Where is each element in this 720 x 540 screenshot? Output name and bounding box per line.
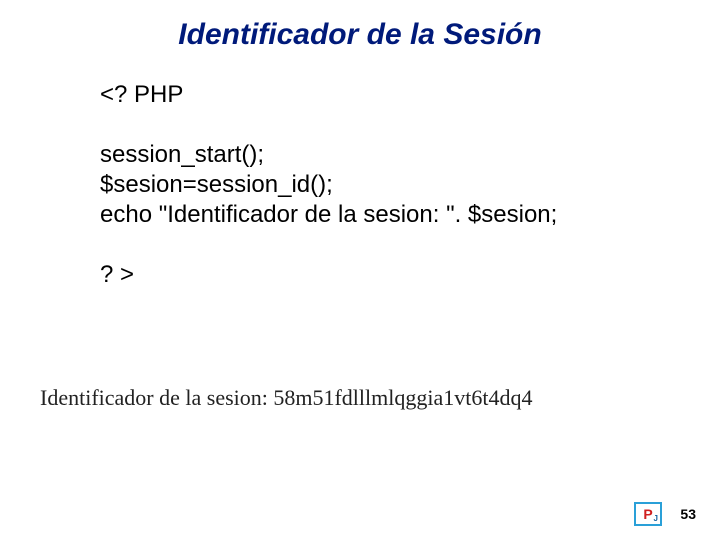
page-number: 53	[680, 506, 696, 522]
php-code-block: <? PHP session_start(); $sesion=session_…	[100, 80, 557, 290]
code-close-tag: ? >	[100, 261, 134, 288]
code-open-tag: <? PHP	[100, 81, 183, 108]
logo-letter: P	[643, 507, 652, 521]
slide-title: Identificador de la Sesión	[0, 18, 720, 52]
code-line-1: session_start();	[100, 141, 264, 168]
output-text: Identificador de la sesion: 58m51fdlllml…	[40, 385, 532, 411]
code-line-2: $sesion=session_id();	[100, 171, 333, 198]
code-line-3: echo "Identificador de la sesion: ". $se…	[100, 201, 557, 228]
logo-accent: J	[654, 514, 658, 523]
slide: Identificador de la Sesión <? PHP sessio…	[0, 0, 720, 540]
footer-logo: P J	[634, 502, 662, 526]
